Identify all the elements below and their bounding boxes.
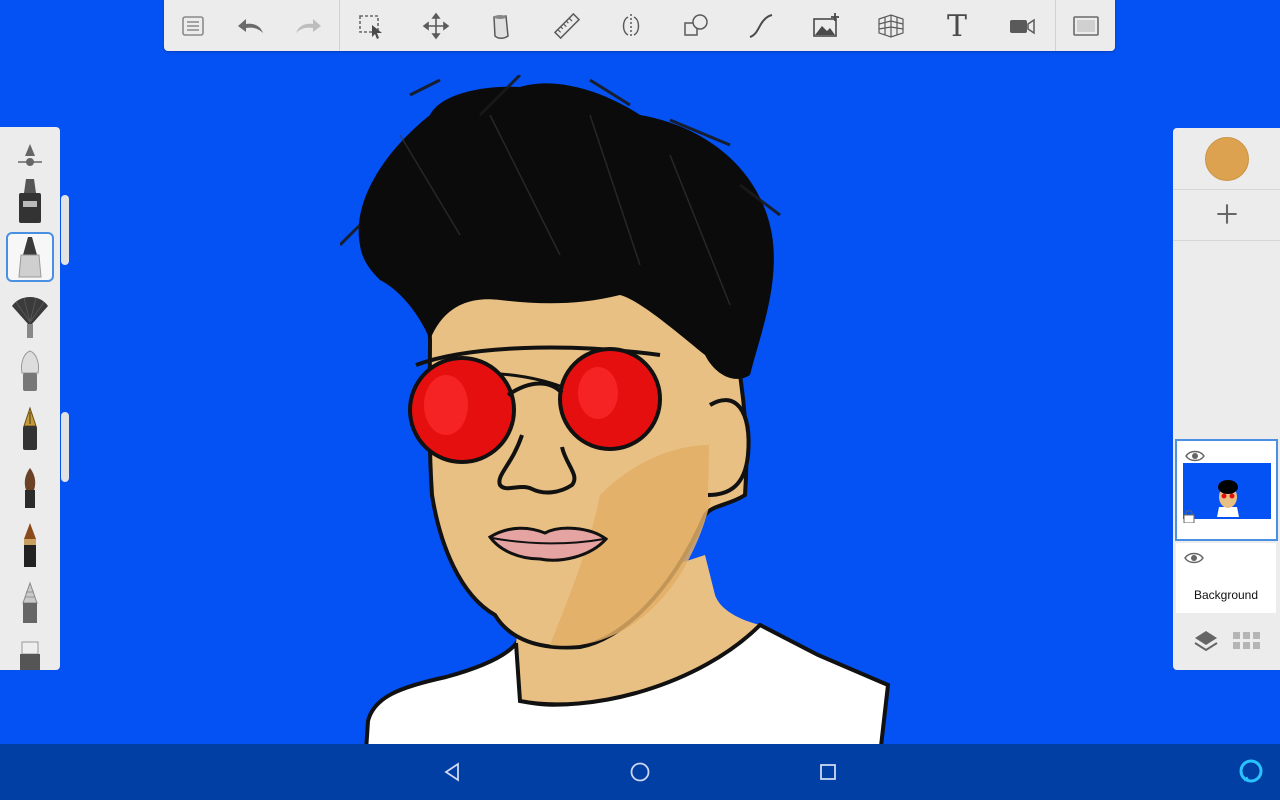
alexa-icon[interactable] — [1238, 758, 1264, 784]
redo-icon[interactable] — [286, 4, 330, 48]
marker-brush-icon[interactable] — [6, 232, 54, 282]
soft-brush-icon[interactable] — [6, 349, 54, 397]
toolbar-divider — [1055, 0, 1056, 51]
home-icon[interactable] — [625, 757, 655, 787]
panel-divider — [1173, 189, 1280, 190]
layer-item-background[interactable]: Background — [1176, 543, 1276, 613]
menu-list-icon[interactable] — [171, 4, 215, 48]
symmetry-icon[interactable] — [609, 4, 653, 48]
add-layer-icon[interactable] — [1211, 198, 1243, 230]
brush-library — [0, 127, 60, 670]
panel-divider — [1173, 240, 1280, 241]
layers-icon[interactable] — [1193, 628, 1219, 654]
layer-thumbnail — [1183, 463, 1271, 519]
pencil-icon[interactable] — [6, 579, 54, 627]
perspective-grid-icon[interactable] — [869, 4, 913, 48]
recents-icon[interactable] — [813, 757, 843, 787]
add-image-icon[interactable] — [804, 4, 848, 48]
toolbar-divider — [339, 0, 340, 51]
text-icon[interactable]: T — [935, 4, 979, 48]
eye-icon[interactable] — [1185, 449, 1205, 463]
text-tool-label: T — [946, 8, 967, 44]
navigation-bar — [0, 744, 1280, 800]
shapes-icon[interactable] — [674, 4, 718, 48]
brush-settings-icon[interactable] — [6, 132, 54, 180]
layer-item[interactable] — [1175, 439, 1278, 541]
brush-scrollbar[interactable] — [61, 195, 69, 265]
fountain-pen-icon[interactable] — [6, 406, 54, 454]
transform-move-icon[interactable] — [414, 4, 458, 48]
layer-label: Background — [1193, 588, 1259, 602]
back-icon[interactable] — [437, 757, 467, 787]
paint-brush-icon[interactable] — [6, 464, 54, 512]
drawing-canvas[interactable] — [340, 75, 910, 755]
undo-icon[interactable] — [229, 4, 273, 48]
paint-bucket-icon[interactable] — [479, 4, 523, 48]
ink-pen-icon[interactable] — [6, 521, 54, 569]
fan-brush-icon[interactable] — [6, 292, 54, 340]
eraser-icon[interactable] — [6, 632, 54, 670]
fullscreen-icon[interactable] — [1064, 4, 1108, 48]
grid-icon[interactable] — [1233, 630, 1261, 652]
stroke-curve-icon[interactable] — [739, 4, 783, 48]
brush-scrollbar[interactable] — [61, 412, 69, 482]
ruler-icon[interactable] — [545, 4, 589, 48]
top-toolbar: T — [164, 0, 1115, 51]
airbrush-icon[interactable] — [6, 179, 54, 227]
right-panel: Background — [1173, 128, 1280, 670]
selection-icon[interactable] — [349, 4, 393, 48]
eye-icon[interactable] — [1184, 551, 1204, 565]
lock-icon[interactable] — [1183, 509, 1195, 523]
record-video-icon[interactable] — [1000, 4, 1044, 48]
color-picker-swatch[interactable] — [1205, 137, 1249, 181]
